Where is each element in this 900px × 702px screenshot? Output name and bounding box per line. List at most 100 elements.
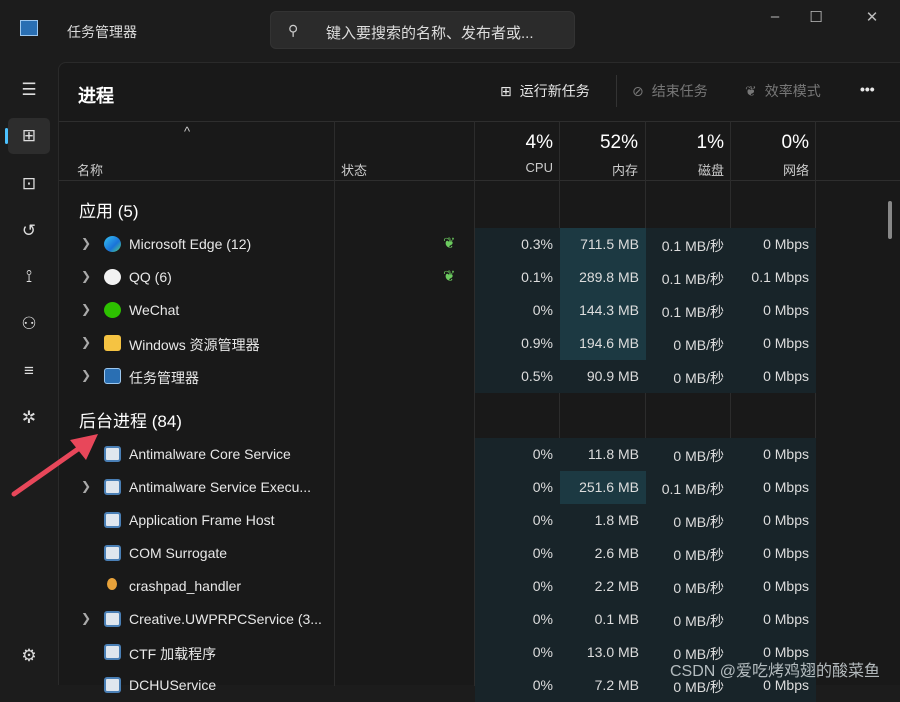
column-memory[interactable]: 内存 bbox=[558, 160, 638, 179]
column-status[interactable]: 状态 bbox=[341, 160, 367, 179]
cpu-value: 0% bbox=[475, 471, 560, 504]
process-row[interactable]: ❯ Creative.UWPRPCService (3... 0% 0.1 MB 0 M… bbox=[59, 603, 900, 636]
efficiency-leaf-icon: ❦ bbox=[443, 235, 456, 252]
more-options-button[interactable]: ••• bbox=[860, 81, 875, 97]
maximize-button[interactable]: ☐ bbox=[796, 8, 836, 32]
expand-chevron-icon[interactable]: ❯ bbox=[81, 236, 91, 250]
disk-value: 0.1 MB/秒 bbox=[646, 228, 731, 261]
efficiency-mode-button[interactable]: ❦ 效率模式 bbox=[745, 81, 821, 101]
search-icon: ⚲ bbox=[288, 22, 299, 38]
processes-panel: 进程 ⊞ 运行新任务 ⊘ 结束任务 ❦ 效率模式 ••• ^ 名称 状态 4% CPU… bbox=[58, 62, 900, 702]
network-value: 0 Mbps bbox=[731, 537, 816, 570]
process-name: crashpad_handler bbox=[129, 578, 242, 594]
hamburger-menu-icon[interactable]: ☰ bbox=[8, 72, 50, 108]
watermark: CSDN @爱吃烤鸡翅的酸菜鱼 bbox=[670, 663, 881, 680]
toolbar-divider bbox=[616, 75, 617, 107]
settings-gear-icon[interactable]: ⚙ bbox=[8, 638, 50, 674]
memory-value: 0.1 MB bbox=[560, 603, 646, 636]
process-row[interactable]: COM Surrogate 0% 2.6 MB 0 MB/秒 0 Mbps bbox=[59, 537, 900, 570]
memory-value: 289.8 MB bbox=[560, 261, 646, 294]
network-value: 0 Mbps bbox=[731, 294, 816, 327]
memory-value: 11.8 MB bbox=[560, 438, 646, 471]
network-value: 0 Mbps bbox=[731, 438, 816, 471]
memory-value: 90.9 MB bbox=[560, 360, 646, 393]
cpu-value: 0.3% bbox=[475, 228, 560, 261]
close-button[interactable]: ✕ bbox=[852, 8, 892, 32]
sidebar-item-details[interactable]: ≡ bbox=[8, 353, 50, 389]
sidebar-item-processes[interactable]: ⊞ bbox=[5, 118, 50, 154]
disk-total[interactable]: 1% bbox=[644, 132, 724, 154]
process-row[interactable]: ❯ Antimalware Service Execu... 0% 251.6 MB 0… bbox=[59, 471, 900, 504]
expand-chevron-icon[interactable]: ❯ bbox=[81, 335, 91, 349]
process-row[interactable]: crashpad_handler 0% 2.2 MB 0 MB/秒 0 Mbps bbox=[59, 570, 900, 603]
cpu-value: 0.9% bbox=[475, 327, 560, 360]
sidebar: ☰ ⊞ ⊡ ↺ ⟟ ⚇ ≡ ✲ ⚙ bbox=[0, 62, 58, 685]
cpu-total[interactable]: 4% bbox=[473, 132, 553, 154]
window-title: 任务管理器 bbox=[67, 24, 137, 40]
qq-icon bbox=[104, 269, 121, 285]
run-new-task-label: 运行新任务 bbox=[519, 83, 590, 99]
process-row[interactable]: ❯ 任务管理器 0.5% 90.9 MB 0 MB/秒 0 Mbps bbox=[59, 360, 900, 393]
cpu-value: 0% bbox=[475, 294, 560, 327]
cpu-value: 0.1% bbox=[475, 261, 560, 294]
block-icon: ⊘ bbox=[632, 82, 644, 99]
process-row[interactable]: ❯ Microsoft Edge (12) ❦ 0.3% 711.5 MB 0.1 MB/… bbox=[59, 228, 900, 261]
annotation-arrow-icon bbox=[11, 434, 98, 497]
column-header: ^ 名称 状态 4% CPU 52% 内存 1% 磁盘 0% 网络 bbox=[59, 121, 900, 181]
task-manager-logo-icon bbox=[20, 20, 38, 36]
memory-value: 194.6 MB bbox=[560, 327, 646, 360]
memory-value: 1.8 MB bbox=[560, 504, 646, 537]
disk-value: 0 MB/秒 bbox=[646, 438, 731, 471]
memory-total[interactable]: 52% bbox=[558, 132, 638, 154]
service-icon bbox=[104, 512, 121, 528]
process-name: Microsoft Edge (12) bbox=[129, 236, 252, 252]
taskmgr-icon bbox=[104, 368, 121, 384]
end-task-button[interactable]: ⊘ 结束任务 bbox=[632, 81, 708, 101]
process-row[interactable]: Application Frame Host 0% 1.8 MB 0 MB/秒 0 Mb… bbox=[59, 504, 900, 537]
sidebar-item-app-history[interactable]: ↺ bbox=[8, 213, 50, 249]
sidebar-item-startup[interactable]: ⟟ bbox=[8, 259, 50, 295]
column-network[interactable]: 网络 bbox=[729, 160, 809, 179]
process-name: Windows 资源管理器 bbox=[129, 337, 260, 353]
memory-value: 711.5 MB bbox=[560, 228, 646, 261]
expand-chevron-icon[interactable]: ❯ bbox=[81, 302, 91, 316]
process-row[interactable]: ❯ QQ (6) ❦ 0.1% 289.8 MB 0.1 MB/秒 0.1 Mbps bbox=[59, 261, 900, 294]
memory-value: 251.6 MB bbox=[560, 471, 646, 504]
disk-value: 0.1 MB/秒 bbox=[646, 294, 731, 327]
disk-value: 0.1 MB/秒 bbox=[646, 261, 731, 294]
service-icon bbox=[104, 677, 121, 693]
disk-value: 0 MB/秒 bbox=[646, 537, 731, 570]
sidebar-item-performance[interactable]: ⊡ bbox=[8, 166, 50, 202]
run-new-task-button[interactable]: ⊞ 运行新任务 bbox=[500, 81, 590, 101]
expand-chevron-icon[interactable]: ❯ bbox=[81, 611, 91, 625]
network-value: 0 Mbps bbox=[731, 570, 816, 603]
process-row[interactable]: ❯ WeChat 0% 144.3 MB 0.1 MB/秒 0 Mbps bbox=[59, 294, 900, 327]
process-name: DCHUService bbox=[129, 677, 217, 693]
scrollbar-thumb[interactable] bbox=[888, 201, 892, 239]
column-disk[interactable]: 磁盘 bbox=[644, 160, 724, 179]
memory-value: 144.3 MB bbox=[560, 294, 646, 327]
service-icon bbox=[104, 644, 121, 660]
process-name: Application Frame Host bbox=[129, 512, 275, 528]
memory-value: 2.2 MB bbox=[560, 570, 646, 603]
leaf-icon: ❦ bbox=[745, 82, 757, 99]
process-name: Antimalware Core Service bbox=[129, 446, 291, 462]
column-name[interactable]: 名称 bbox=[77, 160, 103, 179]
process-row[interactable]: Antimalware Core Service 0% 11.8 MB 0 MB/秒 0… bbox=[59, 438, 900, 471]
expand-chevron-icon[interactable]: ❯ bbox=[81, 269, 91, 283]
process-row[interactable]: ❯ Windows 资源管理器 0.9% 194.6 MB 0 MB/秒 0 Mbps bbox=[59, 327, 900, 360]
memory-value: 13.0 MB bbox=[560, 636, 646, 669]
cpu-value: 0% bbox=[475, 603, 560, 636]
minimize-button[interactable]: – bbox=[755, 8, 795, 32]
column-cpu[interactable]: CPU bbox=[473, 160, 553, 175]
sidebar-item-users[interactable]: ⚇ bbox=[8, 306, 50, 342]
search-input[interactable]: ⚲ 键入要搜索的名称、发布者或... bbox=[270, 11, 575, 49]
service-icon bbox=[104, 479, 121, 495]
process-name: COM Surrogate bbox=[129, 545, 228, 561]
group-apps[interactable]: 应用 (5) bbox=[79, 197, 139, 222]
network-total[interactable]: 0% bbox=[729, 132, 809, 154]
group-background-processes[interactable]: 后台进程 (84) bbox=[79, 407, 182, 432]
cpu-value: 0% bbox=[475, 504, 560, 537]
expand-chevron-icon[interactable]: ❯ bbox=[81, 368, 91, 382]
disk-value: 0 MB/秒 bbox=[646, 570, 731, 603]
